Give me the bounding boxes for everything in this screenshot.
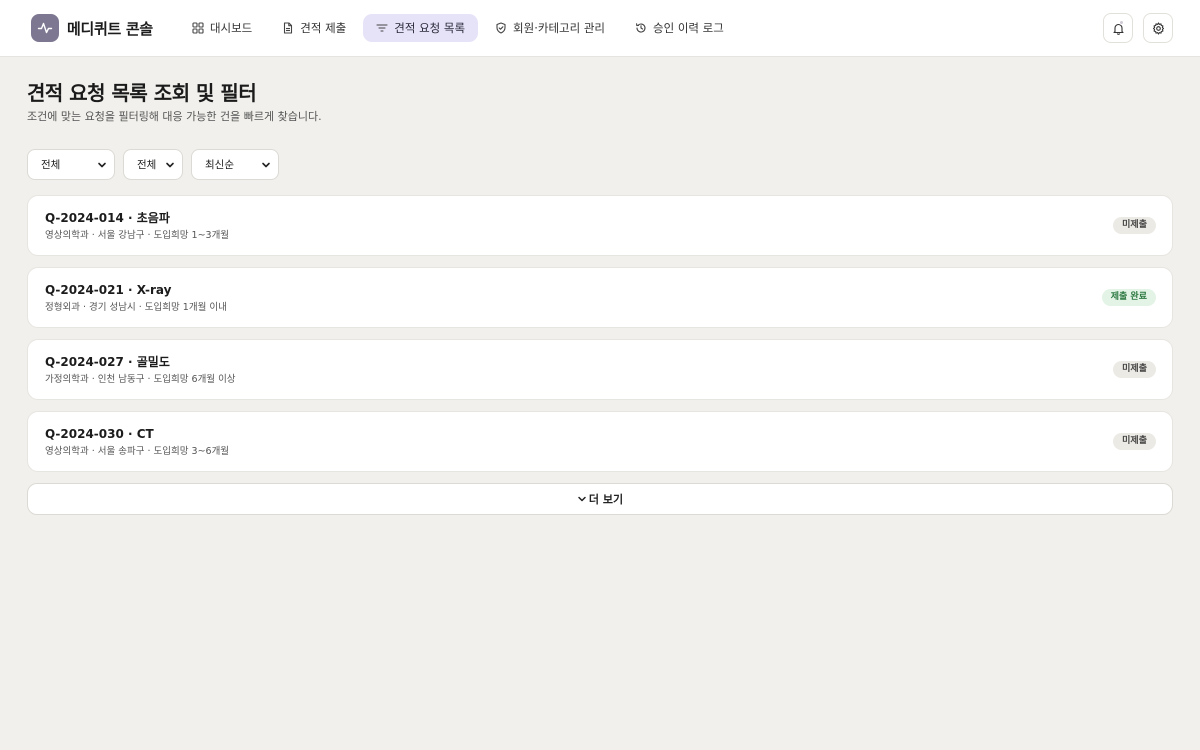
- load-more-button[interactable]: 더 보기: [27, 483, 1173, 515]
- notification-dot: [1119, 20, 1124, 25]
- gear-icon: [1152, 21, 1164, 35]
- list-item-info: Q-2024-021 · X-ray 정형외과 · 경기 성남시 · 도입희망 …: [45, 282, 227, 314]
- chevron-down-icon: [166, 162, 174, 167]
- nav-item-label: 승인 이력 로그: [653, 21, 724, 35]
- nav-item-approval-history[interactable]: 승인 이력 로그: [622, 14, 737, 42]
- page-title: 견적 요청 목록 조회 및 필터: [27, 81, 257, 105]
- status-badge: 미제출: [1113, 217, 1156, 234]
- request-meta: 영상의학과 · 서울 강남구 · 도입희망 1~3개월: [45, 229, 230, 241]
- filter-select-1[interactable]: 전체: [27, 149, 115, 180]
- load-more-label: 더 보기: [588, 493, 624, 506]
- chevron-down-icon: [98, 162, 106, 167]
- status-badge: 미제출: [1113, 433, 1156, 450]
- filter-icon: [376, 24, 388, 32]
- nav-item-label: 견적 제출: [300, 21, 347, 35]
- top-navigation-bar: 메디퀴트 콘솔 대시보드 견적 제출 견적 요청 목록 회원·카테고리 관리 승…: [0, 0, 1200, 57]
- nav-item-quote-request-list[interactable]: 견적 요청 목록: [363, 14, 479, 42]
- list-item-info: Q-2024-030 · CT 영상의학과 · 서울 송파구 · 도입희망 3~…: [45, 426, 229, 458]
- notifications-button[interactable]: [1103, 13, 1133, 43]
- settings-button[interactable]: [1143, 13, 1173, 43]
- top-actions: [1093, 13, 1173, 43]
- sort-value: 최신순: [205, 159, 234, 171]
- brand[interactable]: 메디퀴트 콘솔: [31, 14, 153, 42]
- nav-item-label: 견적 요청 목록: [394, 21, 466, 35]
- pulse-logo-icon: [31, 14, 59, 42]
- nav-item-dashboard[interactable]: 대시보드: [179, 14, 265, 42]
- brand-name: 메디퀴트 콘솔: [67, 19, 153, 38]
- nav-item-label: 회원·카테고리 관리: [513, 21, 605, 35]
- filter-select-2[interactable]: 전체: [123, 149, 183, 180]
- list-item[interactable]: Q-2024-027 · 골밀도 가정의학과 · 인천 남동구 · 도입희망 6…: [27, 339, 1173, 400]
- request-title: Q-2024-021 · X-ray: [45, 282, 172, 297]
- quote-request-list: Q-2024-014 · 초음파 영상의학과 · 서울 강남구 · 도입희망 1…: [27, 195, 1173, 472]
- list-item[interactable]: Q-2024-030 · CT 영상의학과 · 서울 송파구 · 도입희망 3~…: [27, 411, 1173, 472]
- main-nav: 대시보드 견적 제출 견적 요청 목록 회원·카테고리 관리 승인 이력 로그: [179, 14, 741, 42]
- status-badge: 미제출: [1113, 361, 1156, 378]
- nav-item-quote-submit[interactable]: 견적 제출: [269, 14, 359, 42]
- chevron-down-icon: [262, 162, 270, 167]
- history-icon: [636, 23, 646, 33]
- filter-bar: 전체 전체 최신순: [27, 149, 1173, 180]
- nav-item-label: 대시보드: [209, 21, 253, 35]
- request-title: Q-2024-030 · CT: [45, 426, 154, 441]
- filter-value: 전체: [41, 159, 61, 171]
- nav-item-member-category[interactable]: 회원·카테고리 관리: [482, 14, 618, 42]
- chevron-down-icon: [578, 496, 586, 502]
- request-meta: 가정의학과 · 인천 남동구 · 도입희망 6개월 이상: [45, 373, 236, 385]
- filter-value: 전체: [137, 159, 157, 171]
- page-subtitle: 조건에 맞는 요청을 필터링해 대응 가능한 건을 빠르게 찾습니다.: [27, 110, 322, 123]
- shield-icon: [496, 22, 506, 34]
- document-icon: [284, 22, 293, 34]
- list-item[interactable]: Q-2024-021 · X-ray 정형외과 · 경기 성남시 · 도입희망 …: [27, 267, 1173, 328]
- request-title: Q-2024-027 · 골밀도: [45, 354, 170, 369]
- sort-select[interactable]: 최신순: [191, 149, 279, 180]
- request-title: Q-2024-014 · 초음파: [45, 210, 170, 225]
- request-meta: 영상의학과 · 서울 송파구 · 도입희망 3~6개월: [45, 445, 230, 457]
- request-meta: 정형외과 · 경기 성남시 · 도입희망 1개월 이내: [45, 301, 227, 313]
- status-badge: 제출 완료: [1101, 289, 1156, 306]
- list-item-info: Q-2024-014 · 초음파 영상의학과 · 서울 강남구 · 도입희망 1…: [45, 210, 229, 242]
- list-item-info: Q-2024-027 · 골밀도 가정의학과 · 인천 남동구 · 도입희망 6…: [45, 354, 236, 386]
- grid-icon: [192, 22, 204, 34]
- list-item[interactable]: Q-2024-014 · 초음파 영상의학과 · 서울 강남구 · 도입희망 1…: [27, 195, 1173, 256]
- main-content: 견적 요청 목록 조회 및 필터 조건에 맞는 요청을 필터링해 대응 가능한 …: [0, 80, 1200, 515]
